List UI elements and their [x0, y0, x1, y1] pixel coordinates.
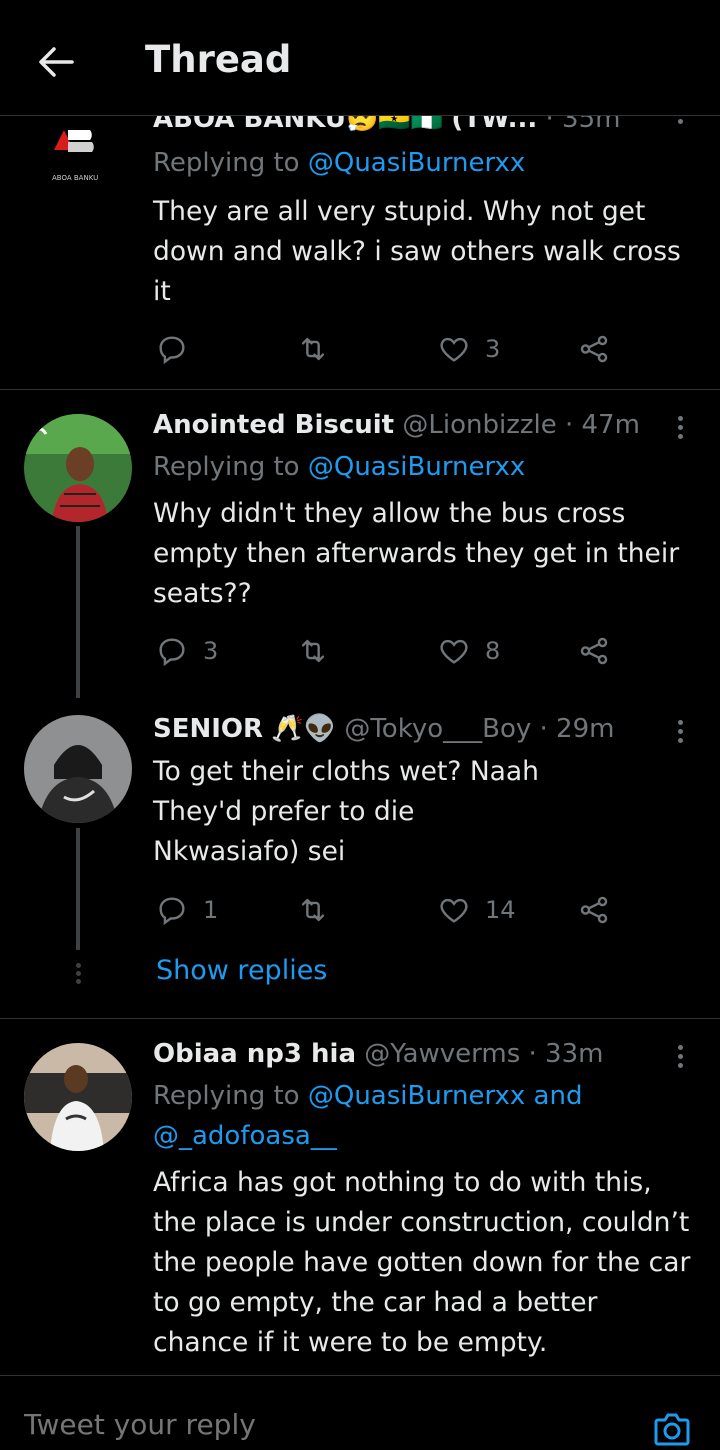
share-icon: [580, 335, 608, 363]
replying-label: Replying to: [153, 452, 300, 482]
heart-icon: [440, 337, 468, 362]
replying-label: Replying to: [153, 1081, 300, 1111]
thread-line: [76, 828, 80, 950]
reply-icon: [159, 336, 185, 365]
tweet-text: To get their cloths wet? Naah They'd pre…: [153, 752, 698, 872]
share-button[interactable]: [577, 890, 611, 930]
replying-to: Replying to @QuasiBurnerxx: [153, 452, 525, 482]
tweet-header: Anointed Biscuit @Lionbizzle · 47m: [153, 410, 640, 440]
like-count: 3: [485, 335, 501, 363]
replying-to: Replying to @QuasiBurnerxx and: [153, 1081, 582, 1111]
show-replies-link[interactable]: Show replies: [156, 955, 327, 986]
tweet-item[interactable]: Anointed Biscuit @Lionbizzle · 47m Reply…: [0, 390, 720, 698]
retweet-icon: [301, 639, 325, 663]
like-button[interactable]: 3: [437, 329, 500, 369]
tweet-text: They are all very stupid. Why not get do…: [153, 196, 681, 307]
share-button[interactable]: [577, 329, 611, 369]
like-count: 8: [485, 637, 501, 665]
reply-button[interactable]: 3: [155, 631, 218, 671]
tweet-text-line: They'd prefer to die: [153, 796, 415, 827]
timestamp: · 29m: [539, 714, 615, 744]
tweet-text-line: To get their cloths wet? Naah: [153, 756, 539, 787]
avatar[interactable]: [24, 1043, 132, 1151]
back-arrow-icon[interactable]: [34, 40, 78, 84]
reply-input[interactable]: [24, 1408, 584, 1441]
display-name[interactable]: Anointed Biscuit: [153, 410, 394, 440]
page-title: Thread: [145, 38, 292, 81]
replying-to-link[interactable]: @QuasiBurnerxx: [308, 148, 525, 178]
display-name[interactable]: SENIOR: [153, 714, 263, 744]
tweet-actions: 3 8: [153, 631, 633, 671]
retweet-icon: [301, 337, 325, 361]
tweet-item[interactable]: SENIOR 🥂👽 @Tokyo___Boy · 29m To get thei…: [0, 712, 720, 952]
replying-to-link[interactable]: @QuasiBurnerxx: [308, 452, 525, 482]
replying-label: Replying to: [153, 148, 300, 178]
top-bar: Thread: [0, 0, 720, 116]
reply-bar: [0, 1375, 720, 1450]
timestamp: · 33m: [528, 1039, 604, 1069]
retweet-button[interactable]: [296, 329, 344, 369]
avatar[interactable]: ABOA BANKU: [24, 120, 114, 190]
tweet-text: Africa has got nothing to do with this, …: [153, 1167, 691, 1358]
avatar-photo-icon: [24, 1043, 132, 1151]
avatar[interactable]: [24, 715, 132, 823]
tweet-actions: 1 14: [153, 890, 633, 930]
reply-count: 3: [203, 637, 219, 665]
aboa-banku-logo-icon: ABOA BANKU: [52, 130, 98, 182]
avatar-photo-icon: [24, 414, 132, 522]
retweet-button[interactable]: [296, 631, 344, 671]
name-emoji: 🥂👽: [271, 714, 337, 744]
like-count: 14: [485, 896, 516, 924]
tweet-text-line: Nkwasiafo) sei: [153, 836, 346, 867]
thread-line: [76, 526, 80, 698]
handle[interactable]: @Tokyo___Boy: [344, 714, 531, 744]
like-button[interactable]: 8: [437, 631, 500, 671]
camera-icon[interactable]: [650, 1406, 694, 1450]
heart-icon: [440, 639, 468, 664]
reply-count: 1: [203, 896, 219, 924]
share-icon: [580, 896, 608, 924]
replying-to-link[interactable]: @_adofoasa__: [153, 1121, 337, 1151]
share-icon: [580, 637, 608, 665]
avatar-photo-icon: [24, 715, 132, 823]
tweet-actions: 3: [153, 329, 633, 369]
replying-to: Replying to @QuasiBurnerxx: [153, 148, 525, 178]
retweet-icon: [301, 898, 325, 922]
display-name[interactable]: Obiaa np3 hia: [153, 1039, 356, 1069]
thread-continuation-dots: [74, 960, 82, 987]
more-options-icon[interactable]: [672, 716, 688, 750]
tweet-item[interactable]: Obiaa np3 hia @Yawverms · 33m Replying t…: [0, 1019, 720, 1375]
tweet-text: Why didn't they allow the bus cross empt…: [153, 498, 680, 609]
retweet-button[interactable]: [296, 890, 344, 930]
more-options-icon[interactable]: [672, 1041, 688, 1075]
replying-to-second: @_adofoasa__: [153, 1121, 337, 1151]
avatar[interactable]: [24, 414, 132, 522]
more-options-icon[interactable]: [672, 412, 688, 446]
tweet-header: SENIOR 🥂👽 @Tokyo___Boy · 29m: [153, 714, 614, 744]
handle[interactable]: @Yawverms: [364, 1039, 520, 1069]
reply-button[interactable]: 1: [155, 890, 218, 930]
reply-icon: [159, 638, 185, 667]
reply-icon: [159, 897, 185, 926]
tweet-header: Obiaa np3 hia @Yawverms · 33m: [153, 1039, 603, 1069]
share-button[interactable]: [577, 631, 611, 671]
heart-icon: [440, 898, 468, 923]
timestamp: · 47m: [564, 410, 640, 440]
like-button[interactable]: 14: [437, 890, 516, 930]
replying-to-link[interactable]: @QuasiBurnerxx and: [308, 1081, 583, 1111]
reply-button[interactable]: [155, 329, 203, 369]
logo-text: ABOA BANKU: [52, 174, 98, 182]
handle[interactable]: @Lionbizzle: [402, 410, 556, 440]
